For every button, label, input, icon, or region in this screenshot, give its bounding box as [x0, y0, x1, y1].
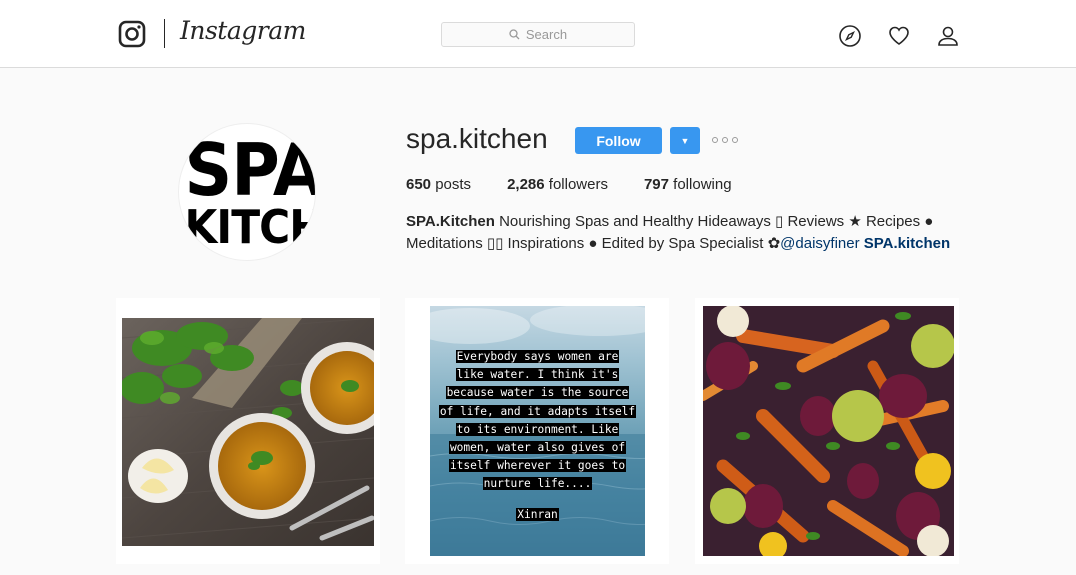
quote-line: itself wherever it goes to	[448, 459, 627, 473]
bio-line1: Nourishing Spas and Healthy Hideaways ▯ …	[494, 213, 934, 230]
more-dot-icon	[722, 137, 728, 143]
profile-stats: 650 posts 2,286 followers 797 following	[406, 176, 768, 193]
compass-explore-icon[interactable]	[838, 24, 862, 48]
quote-line: like water. I think it's	[455, 368, 620, 382]
quote-line: to its environment. Like	[455, 422, 620, 436]
post-thumbnail-quote[interactable]: Everybody says women are like water. I t…	[405, 298, 669, 564]
profile-avatar[interactable]: SPA KITCHEN	[178, 123, 316, 261]
bio-line2: Meditations ▯▯ Inspirations ● Edited by …	[406, 235, 781, 252]
suggestions-dropdown-button[interactable]: ▼	[670, 127, 700, 154]
quote-line: nurture life....	[482, 477, 593, 491]
quote-line: of life, and it adapts itself	[438, 404, 637, 418]
user-profile-icon[interactable]	[936, 24, 960, 48]
profile-username: spa.kitchen	[406, 123, 548, 154]
brand-divider	[164, 19, 165, 48]
post-thumbnail-vegetables[interactable]	[695, 298, 959, 564]
instagram-wordmark[interactable]: Instagram	[180, 16, 306, 45]
followers-count[interactable]: 2,286 followers	[507, 176, 608, 193]
more-dot-icon	[712, 137, 718, 143]
following-count[interactable]: 797 following	[644, 176, 732, 193]
bio-name: SPA.Kitchen	[406, 213, 495, 230]
more-options-button[interactable]	[712, 132, 738, 148]
post-image	[122, 318, 374, 546]
heart-activity-icon[interactable]	[887, 24, 911, 48]
more-dot-icon	[732, 137, 738, 143]
follow-button[interactable]: Follow	[575, 127, 662, 154]
profile-bio: SPA.Kitchen Nourishing Spas and Healthy …	[406, 211, 976, 255]
posts-count[interactable]: 650 posts	[406, 176, 471, 193]
caret-down-icon: ▼	[680, 135, 690, 146]
quote-line: women, water also gives of	[448, 441, 627, 455]
quote-author: Xinran	[516, 508, 559, 521]
bio-website-link[interactable]: SPA.kitchen	[864, 235, 950, 252]
avatar-logo-line1: SPA	[184, 128, 316, 212]
post-thumbnail-soup[interactable]	[116, 298, 380, 564]
avatar-logo-line2: KITCHEN	[184, 200, 315, 254]
search-icon	[509, 29, 520, 40]
search-placeholder: Search	[525, 27, 568, 42]
quote-text: Everybody says women are like water. I t…	[430, 348, 645, 494]
search-input[interactable]: Search	[441, 22, 635, 47]
post-image	[703, 306, 954, 556]
post-image: Everybody says women are like water. I t…	[430, 306, 645, 556]
quote-line: Everybody says women are	[455, 350, 620, 363]
instagram-logo-icon[interactable]	[118, 20, 146, 48]
quote-line: because water is the source	[445, 386, 630, 400]
bio-mention-link[interactable]: @daisyfiner	[780, 235, 859, 252]
top-navigation-bar: Instagram Search	[0, 0, 1076, 68]
